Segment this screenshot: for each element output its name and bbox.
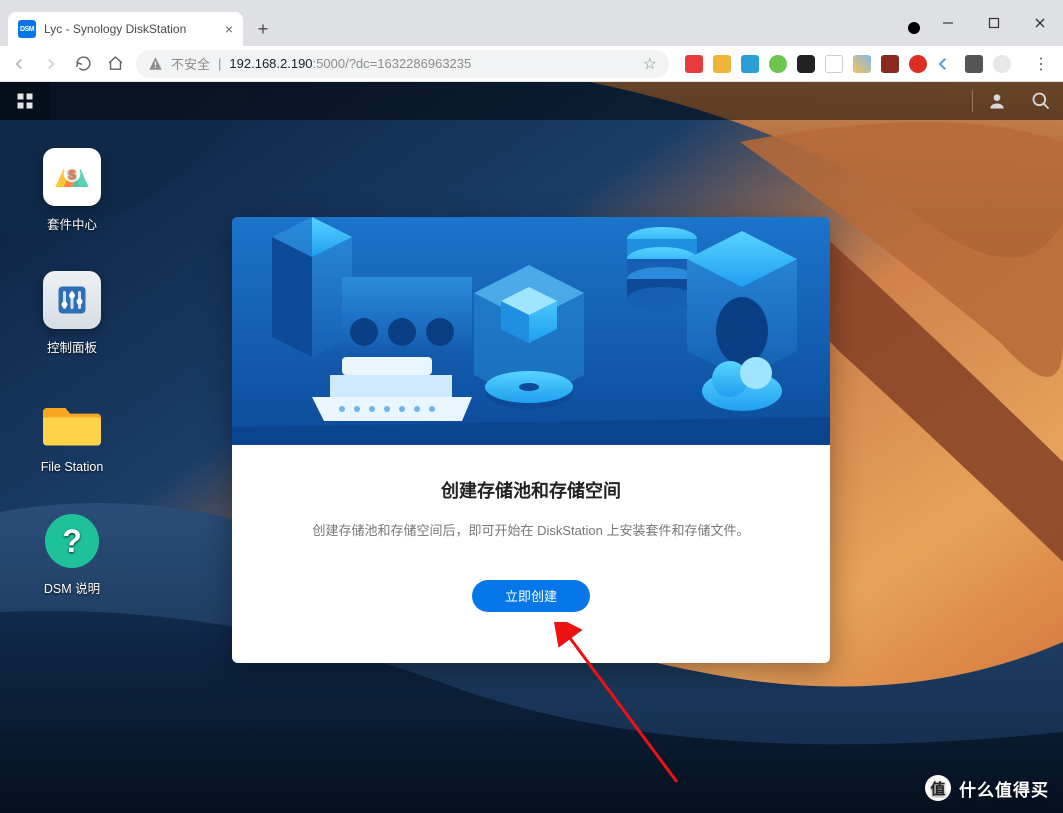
browser-tab-row: DSM Lyc - Synology DiskStation × + [0,0,1063,46]
url-port: :5000 [313,56,346,71]
shortcut-label: 套件中心 [47,214,97,233]
dsm-user-button[interactable] [975,82,1019,120]
desktop-shortcuts: S 套件中心 控制面板 File Station ? DSM 说明 [24,148,120,597]
address-bar[interactable]: 不安全 | 192.168.2.190:5000/?dc=16322869632… [136,50,669,78]
dsm-main-menu-button[interactable] [0,82,50,120]
svg-text:S: S [68,167,77,182]
extensions-menu-icon[interactable] [965,55,983,73]
bookmark-star-icon[interactable]: ☆ [643,54,657,74]
browser-tab[interactable]: DSM Lyc - Synology DiskStation × [8,12,243,46]
shortcut-label: File Station [41,460,104,474]
window-maximize-button[interactable] [971,0,1017,46]
extension-icon[interactable] [825,55,843,73]
extension-icon[interactable] [853,55,871,73]
shortcut-label: DSM 说明 [44,578,100,597]
browser-toolbar: 不安全 | 192.168.2.190:5000/?dc=16322869632… [0,46,1063,82]
profile-avatar[interactable] [993,55,1011,73]
dsm-desktop: S 套件中心 控制面板 File Station ? DSM 说明 [0,82,1063,813]
window-controls [925,0,1063,46]
tab-title: Lyc - Synology DiskStation [44,22,217,36]
watermark: 值 什么值得买 [925,775,1049,801]
shortcut-package-center[interactable]: S 套件中心 [24,148,120,233]
shortcut-file-station[interactable]: File Station [24,394,120,474]
extension-icon[interactable] [685,55,703,73]
nav-forward-button[interactable] [40,53,62,75]
extension-icon[interactable] [797,55,815,73]
modal-title: 创建存储池和存储空间 [262,477,800,503]
nav-reload-button[interactable] [72,53,94,75]
tab-close-button[interactable]: × [225,21,233,37]
watermark-badge: 值 [925,775,951,801]
nav-home-button[interactable] [104,53,126,75]
shortcut-dsm-help[interactable]: ? DSM 说明 [24,512,120,597]
taskbar-separator [972,90,973,112]
dsm-search-button[interactable] [1019,82,1063,120]
security-label: 不安全 [171,54,210,73]
watermark-text: 什么值得买 [959,776,1049,801]
new-tab-button[interactable]: + [249,15,277,43]
browser-menu-button[interactable]: ⋮ [1027,54,1055,74]
url-separator: | [218,56,221,71]
dsm-taskbar [0,82,1063,120]
insecure-icon [148,56,163,71]
extension-icon[interactable] [937,55,955,73]
shortcut-control-panel[interactable]: 控制面板 [24,271,120,356]
nav-back-button[interactable] [8,53,30,75]
extension-icons [679,55,1017,73]
extension-icon[interactable] [741,55,759,73]
create-storage-modal: 创建存储池和存储空间 创建存储池和存储空间后，即可开始在 DiskStation… [232,217,830,663]
shortcut-label: 控制面板 [47,337,97,356]
extension-icon[interactable] [909,55,927,73]
extension-icon[interactable] [769,55,787,73]
extension-icon[interactable] [881,55,899,73]
url-path: /?dc=1632286963235 [345,56,471,71]
window-close-button[interactable] [1017,0,1063,46]
url-host: 192.168.2.190 [229,56,312,71]
app-indicator-dot [908,22,920,34]
modal-description: 创建存储池和存储空间后，即可开始在 DiskStation 上安装套件和存储文件… [262,521,800,542]
create-now-button[interactable]: 立即创建 [472,580,590,612]
tab-favicon: DSM [18,20,36,38]
modal-hero-illustration [232,217,830,445]
svg-text:?: ? [62,523,82,559]
extension-icon[interactable] [713,55,731,73]
window-minimize-button[interactable] [925,0,971,46]
